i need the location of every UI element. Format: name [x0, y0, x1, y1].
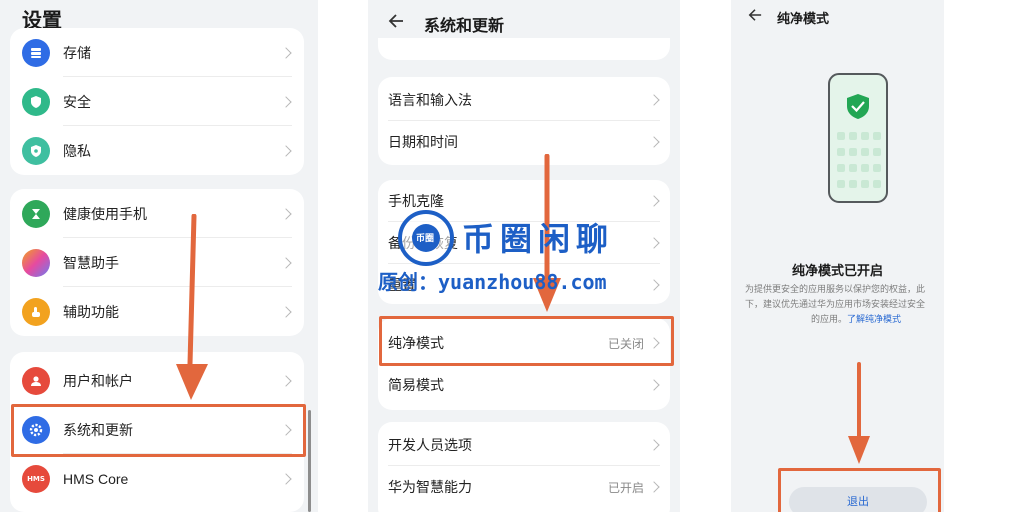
- settings-item-label: 辅助功能: [63, 304, 119, 321]
- settings-group-2: 健康使用手机 智慧助手 辅助功能: [10, 189, 304, 336]
- watermark-subtitle: 原创：yuanzhou88.com: [378, 270, 607, 294]
- user-icon: [22, 366, 50, 395]
- settings-item-label: 安全: [63, 94, 91, 111]
- assistant-orb-icon: [22, 248, 50, 277]
- list-item-label: 日期和时间: [388, 135, 458, 151]
- shield-icon: [22, 87, 50, 116]
- settings-item-label: 用户和帐户: [63, 373, 133, 390]
- list-group-4: 开发人员选项 华为智慧能力 已开启: [378, 422, 670, 512]
- settings-item-security[interactable]: 安全: [10, 77, 304, 126]
- status-text: 已开启: [607, 481, 644, 495]
- list-item-developer-options[interactable]: 开发人员选项: [378, 424, 670, 466]
- settings-item-storage[interactable]: 存储: [10, 28, 304, 77]
- settings-item-assistant[interactable]: 智慧助手: [10, 238, 304, 287]
- arrow-down-icon: [176, 214, 208, 400]
- hms-icon: HMS: [22, 464, 50, 493]
- highlight-exit-button: [778, 468, 941, 512]
- watermark: 币圈 币圈闲聊 原创：yuanzhou88.com: [378, 210, 676, 302]
- chevron-right-icon: [280, 144, 292, 157]
- settings-item-digital-balance[interactable]: 健康使用手机: [10, 189, 304, 238]
- pure-mode-panel: 纯净模式 纯净模式已开启 为提供更安全的应用服务以保护您的权益，此 下，建议优先…: [731, 0, 944, 512]
- list-item-label: 开发人员选项: [388, 438, 472, 454]
- back-arrow-icon[interactable]: [748, 8, 762, 22]
- highlight-system-update: [11, 404, 306, 457]
- settings-item-accessibility[interactable]: 辅助功能: [10, 287, 304, 336]
- description-line-3: 的应用。了解纯净模式: [811, 315, 902, 325]
- chevron-right-icon: [648, 94, 660, 106]
- settings-item-users[interactable]: 用户和帐户: [10, 356, 304, 405]
- settings-item-privacy[interactable]: 隐私: [10, 126, 304, 175]
- list-item-label: 手机克隆: [388, 194, 444, 210]
- list-item-simple-mode[interactable]: 简易模式: [378, 364, 670, 406]
- back-arrow-icon[interactable]: [388, 13, 404, 29]
- list-item-label: 语言和输入法: [388, 93, 472, 109]
- settings-item-label: 隐私: [63, 143, 91, 160]
- list-item-label: 简易模式: [388, 378, 444, 394]
- list-item-huawei-ai[interactable]: 华为智慧能力 已开启: [378, 466, 670, 508]
- phone-illustration: [828, 73, 888, 203]
- settings-item-hms-core[interactable]: HMS HMS Core: [10, 454, 304, 503]
- hourglass-icon: [22, 199, 50, 228]
- page-title: 系统和更新: [424, 16, 505, 35]
- storage-icon: [22, 38, 50, 67]
- settings-group-1: 存储 安全 隐私: [10, 28, 304, 175]
- arrow-down-icon: [848, 362, 870, 464]
- description-line-1: 为提供更安全的应用服务以保护您的权益，此: [745, 285, 926, 295]
- chevron-right-icon: [280, 95, 292, 108]
- description-line-2: 下，建议优先通过华为应用市场安装经过安全: [745, 300, 926, 310]
- chevron-right-icon: [280, 46, 292, 59]
- chevron-right-icon: [648, 481, 660, 493]
- pure-mode-heading: 纯净模式已开启: [791, 264, 883, 279]
- chevron-right-icon: [280, 472, 292, 485]
- watermark-seal: 币圈: [398, 210, 454, 266]
- chevron-right-icon: [280, 374, 292, 387]
- chevron-right-icon: [648, 136, 660, 148]
- chevron-right-icon: [648, 195, 660, 207]
- list-item-label: 华为智慧能力: [388, 480, 472, 496]
- watermark-title: 币圈闲聊: [462, 220, 615, 258]
- chevron-right-icon: [280, 256, 292, 269]
- list-item-language[interactable]: 语言和输入法: [378, 79, 670, 121]
- hand-icon: [22, 297, 50, 326]
- settings-item-label: 存储: [63, 45, 91, 62]
- list-group-1: 语言和输入法 日期和时间: [378, 77, 670, 165]
- chevron-right-icon: [648, 439, 660, 451]
- learn-more-link[interactable]: 了解纯净模式: [847, 315, 901, 325]
- list-group-top-partial: [378, 38, 670, 60]
- settings-item-label: HMS Core: [63, 470, 129, 487]
- privacy-shield-icon: [22, 136, 50, 165]
- settings-item-label: 智慧助手: [63, 255, 119, 272]
- chevron-right-icon: [280, 305, 292, 318]
- chevron-right-icon: [648, 379, 660, 391]
- list-item-date-time[interactable]: 日期和时间: [378, 121, 670, 163]
- scrollbar[interactable]: [308, 410, 311, 512]
- page-title: 纯净模式: [777, 12, 830, 27]
- highlight-pure-mode: [379, 316, 674, 366]
- chevron-right-icon: [280, 207, 292, 220]
- settings-item-label: 健康使用手机: [63, 206, 147, 223]
